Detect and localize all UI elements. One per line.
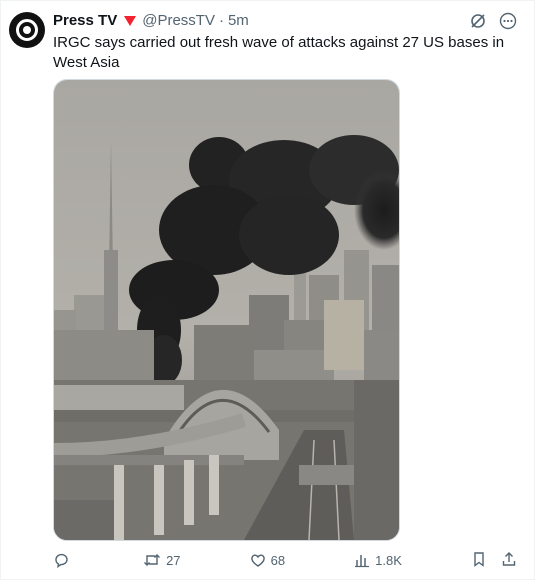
- views-chart-icon: [355, 555, 370, 568]
- share-button[interactable]: [501, 551, 517, 570]
- like-count: 68: [270, 552, 286, 568]
- share-icon: [502, 551, 516, 566]
- reply-icon: [55, 553, 68, 568]
- action-bar: 27 68 1.8K: [53, 549, 517, 571]
- separator-dot: ·: [218, 12, 224, 29]
- like-button[interactable]: 68: [250, 552, 285, 568]
- heart-icon: [250, 554, 265, 567]
- view-count: 1.8K: [375, 552, 402, 568]
- affiliation-badge-icon: [123, 15, 137, 27]
- author-handle[interactable]: @PressTV: [142, 12, 215, 30]
- bookmark-icon: [474, 551, 484, 567]
- smoke-skyline-photo-icon: [54, 80, 399, 540]
- reply-button[interactable]: [53, 552, 74, 568]
- avatar-logo-icon: [16, 19, 38, 41]
- tweet-text: IRGC says carried out fresh wave of atta…: [53, 34, 505, 71]
- actions-right: [471, 551, 517, 570]
- tweet-media-image[interactable]: [53, 79, 400, 541]
- views-button[interactable]: 1.8K: [354, 552, 402, 568]
- avatar[interactable]: [9, 12, 45, 48]
- retweet-button[interactable]: 27: [143, 552, 181, 568]
- post-time[interactable]: 5m: [228, 12, 249, 30]
- top-icons: [469, 12, 517, 30]
- more-options-icon[interactable]: [499, 12, 517, 30]
- tweet-header: Press TV @PressTV · 5m: [53, 12, 249, 30]
- retweet-count: 27: [166, 552, 181, 568]
- bookmark-button[interactable]: [471, 551, 487, 570]
- retweet-icon: [144, 554, 161, 566]
- author-name[interactable]: Press TV: [53, 12, 117, 30]
- grok-icon[interactable]: [469, 12, 487, 30]
